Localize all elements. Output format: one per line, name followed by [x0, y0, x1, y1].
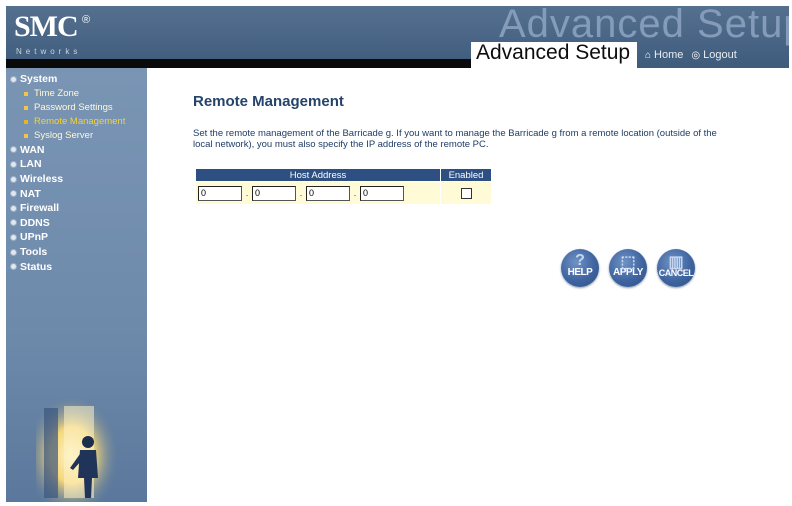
ip-octet-3-input[interactable] — [306, 185, 350, 201]
enabled-cell — [440, 181, 492, 205]
bullet-icon — [10, 75, 17, 83]
sidebar-item-password-settings[interactable]: Password Settings — [8, 101, 147, 115]
ip-separator: . — [353, 188, 357, 198]
logout-link[interactable]: ◎ Logout — [691, 49, 736, 61]
bullet-icon — [10, 233, 17, 241]
sidebar-item-tools[interactable]: Tools — [8, 245, 147, 260]
sidebar-item-label: System — [20, 73, 58, 86]
bullet-icon — [10, 175, 17, 183]
cancel-button[interactable]: ▥ CANCEL — [657, 249, 695, 287]
bullet-icon — [24, 119, 28, 124]
sidebar-item-label: DDNS — [20, 216, 50, 229]
enabled-header: Enabled — [440, 168, 492, 182]
sidebar-item-firewall[interactable]: Firewall — [8, 201, 147, 216]
sidebar-item-system[interactable]: System — [8, 72, 147, 87]
bullet-icon — [24, 133, 28, 138]
smc-logo: SMC ® Networks — [14, 10, 134, 60]
sidebar-item-label: Status — [20, 260, 53, 273]
sidebar-item-upnp[interactable]: UPnP — [8, 230, 147, 245]
sidebar-item-remote-management[interactable]: Remote Management — [8, 115, 147, 129]
bullet-icon — [24, 91, 28, 96]
bullet-icon — [10, 263, 17, 271]
sidebar-item-label: Remote Management — [34, 116, 126, 128]
trash-icon: ▥ — [668, 254, 684, 271]
sidebar-item-syslog-server[interactable]: Syslog Server — [8, 129, 147, 143]
bullet-icon — [10, 146, 17, 154]
ip-octet-1-input[interactable] — [198, 185, 242, 201]
bullet-icon — [24, 105, 28, 110]
sidebar-item-nat[interactable]: NAT — [8, 186, 147, 201]
sidebar-item-lan[interactable]: LAN — [8, 157, 147, 172]
sidebar-nav: System Time Zone Password Settings Remot… — [8, 72, 147, 274]
sidebar-item-label: Firewall — [20, 202, 60, 215]
enabled-checkbox[interactable] — [460, 187, 472, 199]
apply-button[interactable]: ⬚ APPLY — [609, 249, 647, 287]
bullet-icon — [10, 160, 17, 168]
logo-subtitle: Networks — [16, 47, 82, 56]
sidebar-item-label: UPnP — [20, 231, 49, 244]
sidebar-item-label: Password Settings — [34, 102, 113, 114]
sidebar-item-time-zone[interactable]: Time Zone — [8, 87, 147, 101]
sidebar-item-label: LAN — [20, 158, 42, 171]
bullet-icon — [10, 248, 17, 256]
ip-separator: . — [245, 188, 249, 198]
bullet-icon — [10, 190, 17, 198]
app-frame: Advanced Setup SMC ® Networks Advanced S… — [6, 6, 789, 502]
main-content: Remote Management Set the remote managem… — [147, 68, 789, 502]
page-description: Set the remote management of the Barrica… — [193, 128, 717, 150]
home-icon: ⌂ — [645, 49, 652, 61]
sidebar-item-label: Wireless — [20, 173, 64, 186]
home-label: Home — [654, 49, 684, 61]
apply-icon: ⬚ — [620, 254, 636, 271]
header: Advanced Setup SMC ® Networks Advanced S… — [6, 6, 789, 68]
bullet-icon — [10, 204, 17, 212]
host-address-cell: . . . — [195, 181, 441, 205]
sidebar-item-label: WAN — [20, 143, 45, 156]
remote-management-table: Host Address Enabled . . . — [195, 168, 492, 205]
sidebar-item-label: Syslog Server — [34, 130, 94, 142]
logo-registered-mark: ® — [82, 14, 91, 26]
home-link[interactable]: ⌂ Home — [645, 49, 683, 61]
ip-separator: . — [299, 188, 303, 198]
logo-text: SMC — [14, 10, 79, 43]
question-mark-icon: ? — [575, 252, 585, 269]
sidebar-item-label: Time Zone — [34, 88, 80, 100]
sidebar-item-label: NAT — [20, 187, 41, 200]
sidebar: System Time Zone Password Settings Remot… — [6, 68, 147, 502]
bullet-icon — [10, 219, 17, 227]
sidebar-item-status[interactable]: Status — [8, 259, 147, 274]
host-address-header: Host Address — [195, 168, 441, 182]
logout-icon: ◎ — [691, 49, 701, 61]
ip-octet-2-input[interactable] — [252, 185, 296, 201]
header-bar — [6, 59, 471, 68]
sidebar-item-wan[interactable]: WAN — [8, 143, 147, 158]
person-at-door-illustration — [36, 398, 116, 502]
top-links: ⌂ Home ◎ Logout — [637, 42, 789, 68]
sidebar-item-label: Tools — [20, 246, 48, 259]
page-header-title: Advanced Setup — [476, 41, 631, 64]
page-title: Remote Management — [193, 93, 344, 110]
ip-octet-4-input[interactable] — [360, 185, 404, 201]
logout-label: Logout — [703, 49, 737, 61]
sidebar-item-wireless[interactable]: Wireless — [8, 172, 147, 187]
help-button[interactable]: ? HELP — [561, 249, 599, 287]
sidebar-item-ddns[interactable]: DDNS — [8, 216, 147, 231]
